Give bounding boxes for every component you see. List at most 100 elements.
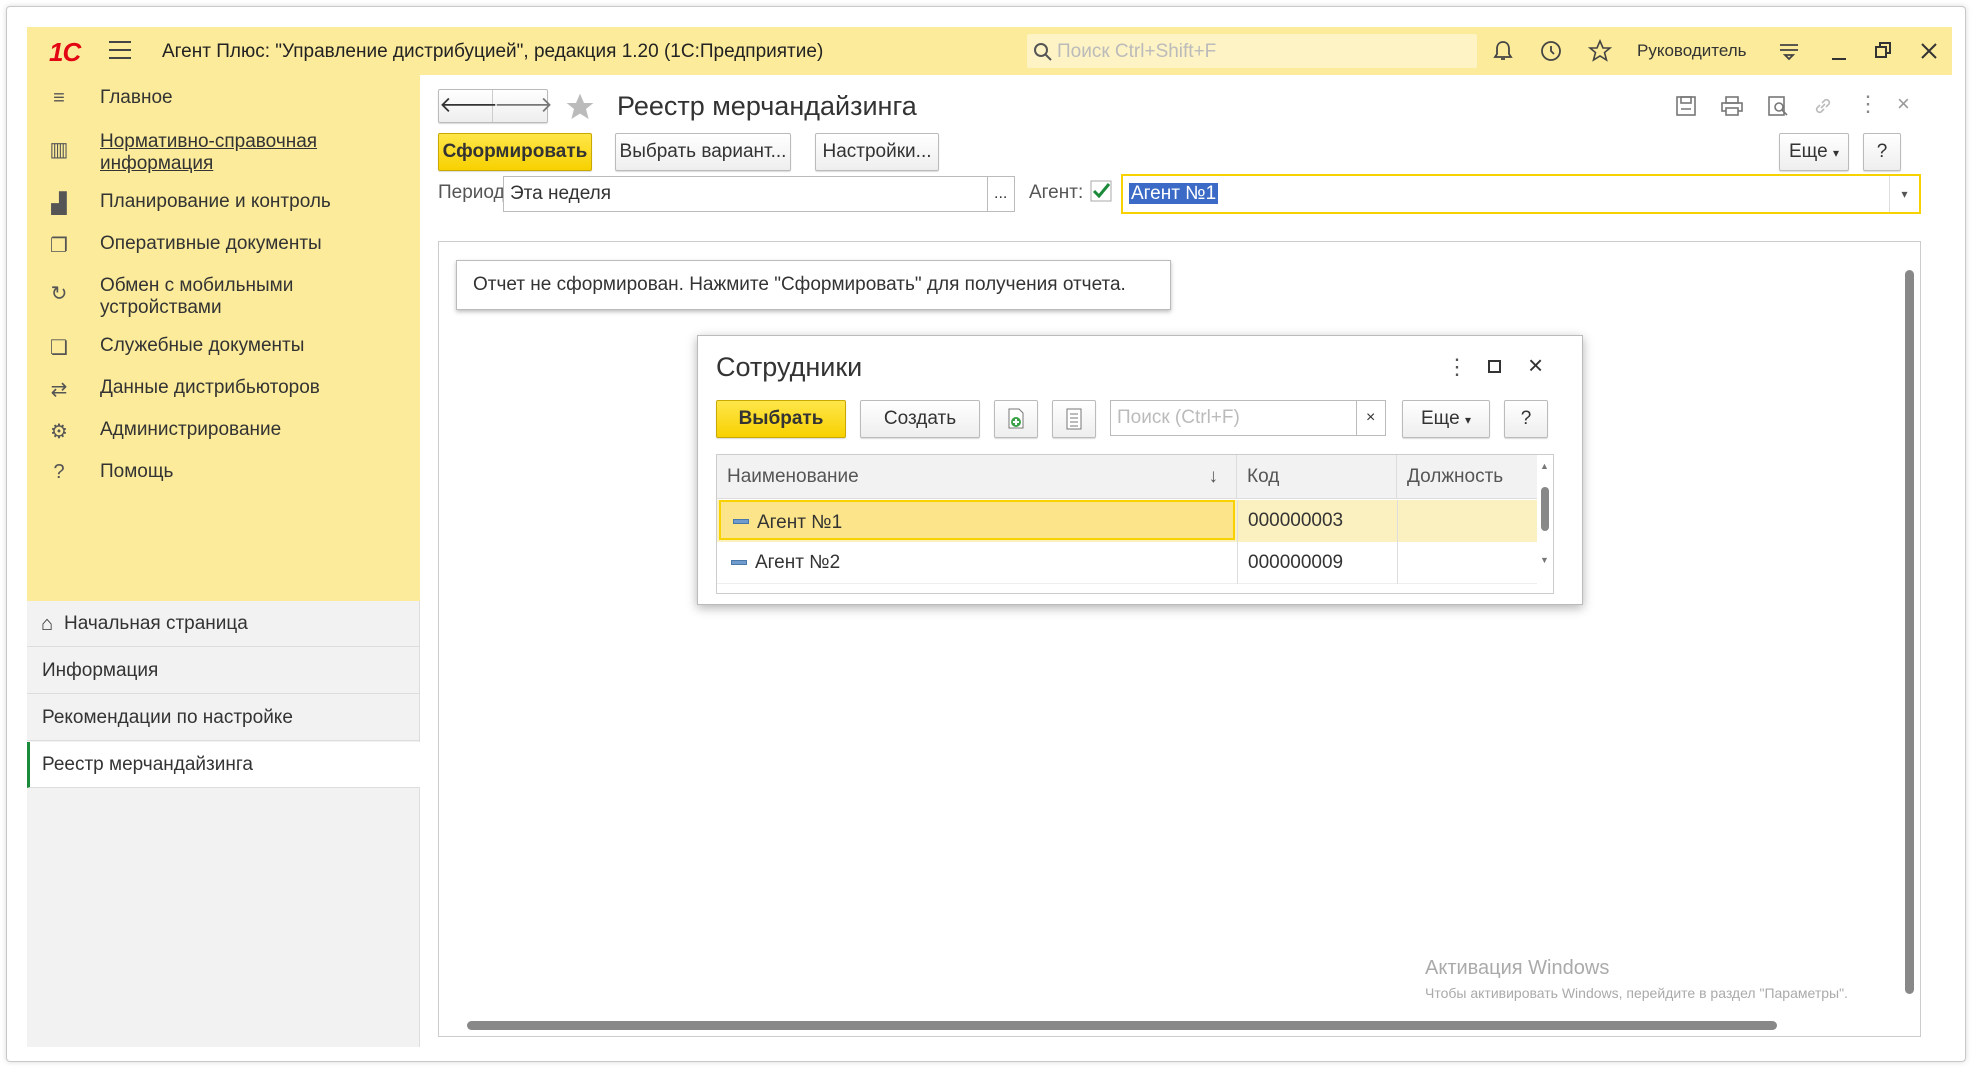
close-form-icon[interactable]: × [1897, 91, 1910, 117]
table-scrollbar[interactable]: ▲ ▼ [1537, 455, 1553, 593]
row-name-cell[interactable]: Агент №1 [719, 500, 1235, 540]
app-window: 1С Агент Плюс: "Управление дистрибуцией"… [6, 6, 1966, 1062]
section-label: Нормативно-справочная информация [100, 131, 318, 174]
menu-lines-icon: ≡ [53, 87, 65, 109]
section-label: Планирование и контроль [100, 191, 331, 212]
main-menu-icon[interactable] [109, 41, 131, 59]
section-planning[interactable]: ▟ Планирование и контроль [27, 191, 420, 221]
settings-lines-icon[interactable] [1777, 39, 1801, 63]
back-arrow-icon[interactable]: 🡐 [439, 90, 498, 122]
select-button[interactable]: Выбрать [716, 400, 846, 438]
more-actions-icon[interactable]: ⋮ [1446, 354, 1468, 380]
global-search-input[interactable]: Поиск Ctrl+Shift+F [1027, 34, 1477, 68]
favorites-star-icon[interactable] [1588, 39, 1612, 63]
section-reference[interactable]: ▥ Нормативно-справочная информация [27, 131, 420, 179]
section-administration[interactable]: ⚙ Администрирование [27, 419, 420, 449]
nav-label: Начальная страница [64, 613, 248, 634]
close-icon[interactable]: × [1528, 350, 1543, 381]
agent-checkbox[interactable] [1089, 179, 1113, 203]
sidebar: ≡ Главное ▥ Нормативно-справочная информ… [27, 75, 420, 1047]
column-header-label: Наименование [727, 466, 859, 487]
reference-books-icon: ▥ [49, 139, 69, 161]
restore-icon[interactable] [1873, 39, 1893, 63]
print-icon[interactable] [1720, 95, 1744, 117]
dropdown-caret-icon[interactable]: ▾ [1889, 176, 1919, 212]
column-header-position[interactable]: Должность [1397, 455, 1553, 499]
section-label: Данные дистрибьюторов [100, 377, 320, 398]
table-row[interactable]: Агент №2 000000009 [717, 542, 1537, 584]
scrollbar-thumb[interactable] [467, 1021, 1777, 1030]
dialog-help-button[interactable]: ? [1504, 400, 1548, 438]
preview-icon[interactable] [1767, 95, 1789, 117]
close-window-icon[interactable] [1919, 39, 1939, 63]
employee-icon [733, 519, 749, 524]
minimize-icon[interactable] [1829, 39, 1849, 63]
title-bar: 1С Агент Плюс: "Управление дистрибуцией"… [27, 27, 1952, 75]
service-docs-icon: ❏ [50, 337, 68, 359]
period-field[interactable]: Эта неделя [503, 176, 989, 212]
period-label: Период: [438, 182, 510, 203]
section-mobile-exchange[interactable]: ↻ Обмен с мобильными устройствами [27, 275, 420, 323]
nav-merch-registry[interactable]: Реестр мерчандайзинга [27, 742, 420, 788]
agent-field[interactable]: Агент №1 ▾ [1121, 174, 1921, 214]
sort-desc-icon: ↓ [1208, 466, 1219, 487]
forward-arrow-icon[interactable]: 🡒 [494, 90, 553, 122]
agent-value: Агент №1 [1129, 183, 1219, 204]
nav-information[interactable]: Информация [27, 648, 420, 694]
favorite-star-icon[interactable] [563, 91, 597, 123]
dialog-more-button[interactable]: Еще ▾ [1402, 400, 1490, 438]
scrollbar-thumb[interactable] [1905, 270, 1914, 994]
more-button[interactable]: Еще ▾ [1779, 133, 1849, 171]
bell-icon[interactable] [1491, 39, 1515, 63]
generate-button[interactable]: Сформировать [438, 133, 592, 171]
employees-table[interactable]: Наименование ↓ Код Должность Агент №1 00… [716, 454, 1554, 594]
help-button[interactable]: ? [1863, 133, 1901, 171]
current-user[interactable]: Руководитель [1637, 41, 1747, 61]
history-icon[interactable] [1539, 39, 1563, 63]
chart-bars-icon: ▟ [51, 193, 67, 215]
section-operational-docs[interactable]: ❐ Оперативные документы [27, 233, 420, 263]
sync-icon: ↻ [50, 283, 68, 305]
home-icon: ⌂ [41, 613, 54, 635]
1c-logo[interactable]: 1С [49, 37, 81, 68]
list-view-button[interactable] [1052, 400, 1096, 438]
section-main[interactable]: ≡ Главное [27, 87, 420, 117]
period-choose-button[interactable]: ... [987, 176, 1015, 212]
section-service-docs[interactable]: ❏ Служебные документы [27, 335, 420, 365]
vertical-scrollbar[interactable] [1904, 254, 1914, 1014]
documents-icon: ❐ [50, 235, 68, 257]
section-label: Администрирование [100, 419, 282, 440]
row-position [1397, 542, 1537, 584]
link-icon[interactable] [1812, 95, 1834, 117]
create-copy-button[interactable] [994, 400, 1038, 438]
save-icon[interactable] [1675, 95, 1697, 117]
dropdown-caret-icon: ▾ [1464, 413, 1471, 427]
column-header-name[interactable]: Наименование ↓ [717, 455, 1237, 499]
nav-home[interactable]: ⌂ Начальная страница [27, 601, 420, 647]
choose-variant-button[interactable]: Выбрать вариант... [615, 133, 791, 171]
table-row[interactable]: Агент №1 000000003 [717, 500, 1537, 542]
settings-button[interactable]: Настройки... [815, 133, 939, 171]
dialog-search-input[interactable]: Поиск (Ctrl+F) [1110, 400, 1358, 436]
more-actions-icon[interactable]: ⋮ [1857, 91, 1879, 117]
nav-arrows: 🡐 🡒 [438, 89, 553, 123]
nav-label: Рекомендации по настройке [42, 707, 293, 728]
scroll-down-icon[interactable]: ▼ [1540, 555, 1549, 565]
section-distributors[interactable]: ⇄ Данные дистрибьюторов [27, 377, 420, 407]
create-button[interactable]: Создать [860, 400, 980, 438]
section-help[interactable]: ? Помощь [27, 461, 420, 491]
list-icon [1066, 408, 1082, 430]
row-name-cell[interactable]: Агент №2 [719, 542, 1235, 584]
windows-activation-title: Активация Windows [1425, 957, 1610, 979]
employees-dialog: Сотрудники ⋮ × Выбрать Создать Поиск (Ct… [697, 335, 1583, 605]
search-icon [1034, 43, 1052, 61]
scroll-up-icon[interactable]: ▲ [1540, 461, 1549, 471]
row-position [1397, 500, 1537, 542]
scrollbar-thumb[interactable] [1541, 487, 1549, 531]
nav-recommendations[interactable]: Рекомендации по настройке [27, 695, 420, 741]
nav-label: Информация [42, 660, 159, 681]
maximize-icon[interactable] [1488, 360, 1501, 373]
column-header-code[interactable]: Код [1237, 455, 1397, 499]
horizontal-scrollbar[interactable] [453, 1020, 1903, 1030]
search-clear-button[interactable]: × [1356, 400, 1386, 436]
